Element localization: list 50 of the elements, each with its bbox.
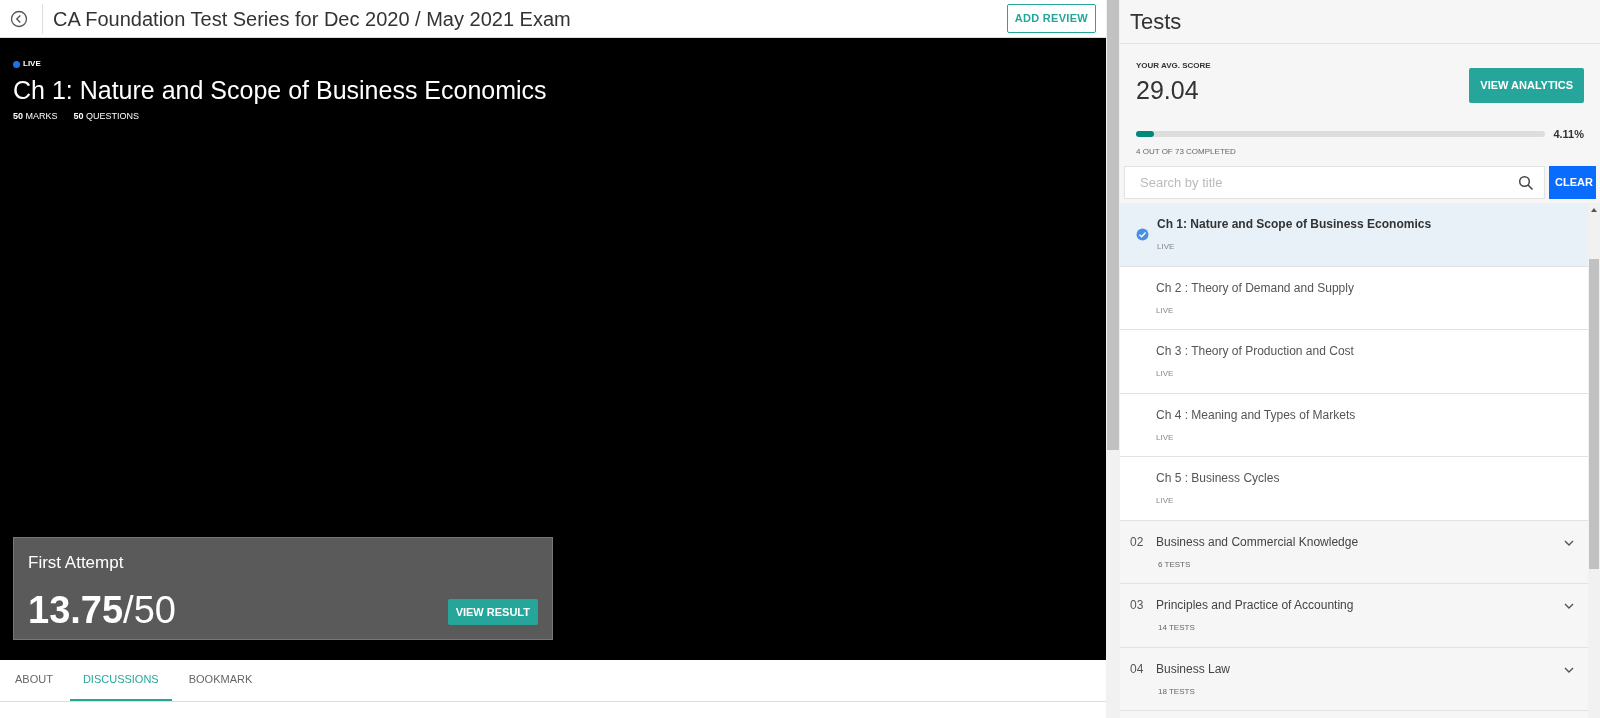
section-title: Business and Commercial Knowledge xyxy=(1156,533,1360,551)
chevron-down-icon[interactable] xyxy=(1564,539,1574,547)
test-status: LIVE xyxy=(1156,368,1175,380)
test-title: Ch 4 : Meaning and Types of Markets xyxy=(1156,406,1356,424)
test-title: Ch 2 : Theory of Demand and Supply xyxy=(1156,279,1354,297)
tab[interactable]: ABOUT xyxy=(2,660,66,701)
test-title: Ch 1: Nature and Scope of Business Economics xyxy=(13,75,548,106)
attempt-title: First Attempt xyxy=(28,551,125,574)
test-count: 6 TESTS xyxy=(1158,558,1192,571)
back-icon[interactable] xyxy=(10,9,28,28)
section-number: 03 xyxy=(1130,597,1145,614)
test-stat: 50 QUESTIONS xyxy=(73,109,140,123)
course-title: CA Foundation Test Series for Dec 2020 / May 2021 Exam xyxy=(53,6,572,32)
search-icon[interactable] xyxy=(1518,174,1534,191)
scroll-up-icon[interactable] xyxy=(1590,207,1598,213)
test-title: Ch 5 : Business Cycles xyxy=(1156,470,1280,487)
progress-reading: 4.11% xyxy=(1553,126,1584,142)
test-list-item[interactable]: Ch 3 : Theory of Production and Cost LIVE xyxy=(1120,330,1588,394)
chevron-down-icon[interactable] xyxy=(1564,666,1574,674)
section-number: 04 xyxy=(1130,660,1145,678)
section-number: 02 xyxy=(1130,533,1145,551)
test-status: LIVE xyxy=(1156,431,1175,444)
clear-button[interactable]: CLEAR xyxy=(1549,166,1596,199)
scrollbar-thumb[interactable] xyxy=(1589,259,1599,569)
test-list-item[interactable]: Ch 5 : Business Cycles LIVE xyxy=(1120,457,1588,521)
test-list-item[interactable]: Ch 1: Nature and Scope of Business Economics LIVE xyxy=(1120,203,1588,267)
test-stat: 50 MARKS xyxy=(13,109,58,123)
test-status: LIVE xyxy=(1156,495,1175,507)
live-label: LIVE xyxy=(23,58,41,70)
scrollbar-thumb[interactable] xyxy=(1107,0,1119,450)
attempt-score: 13.75/50 xyxy=(28,591,176,629)
chevron-down-icon[interactable] xyxy=(1564,603,1574,610)
test-title: Ch 3 : Theory of Production and Cost xyxy=(1156,343,1354,360)
check-icon xyxy=(1136,228,1149,241)
live-dot-icon xyxy=(13,60,20,68)
avg-score-value: 29.04 xyxy=(1136,75,1200,106)
test-count: 14 TESTS xyxy=(1158,622,1196,634)
test-count: 18 TESTS xyxy=(1158,685,1196,698)
completed-count: 4 OUT OF 73 COMPLETED xyxy=(1135,146,1237,158)
test-list-item[interactable]: Ch 2 : Theory of Demand and Supply LIVE xyxy=(1120,266,1588,330)
tab[interactable]: BOOKMARK xyxy=(175,660,266,701)
test-status: LIVE xyxy=(1157,241,1176,253)
test-list-item[interactable]: Ch 4 : Meaning and Types of Markets LIVE xyxy=(1120,393,1588,457)
section-title: Business Law xyxy=(1156,660,1232,678)
test-title: Ch 1: Nature and Scope of Business Economics xyxy=(1157,216,1432,233)
search-box[interactable]: Search by title xyxy=(1124,166,1545,199)
section-title: Principles and Practice of Accounting xyxy=(1156,597,1355,614)
test-status: LIVE xyxy=(1156,304,1175,317)
avg-score-label: YOUR AVG. SCORE xyxy=(1136,60,1211,72)
panel-title: Tests xyxy=(1120,0,1600,44)
